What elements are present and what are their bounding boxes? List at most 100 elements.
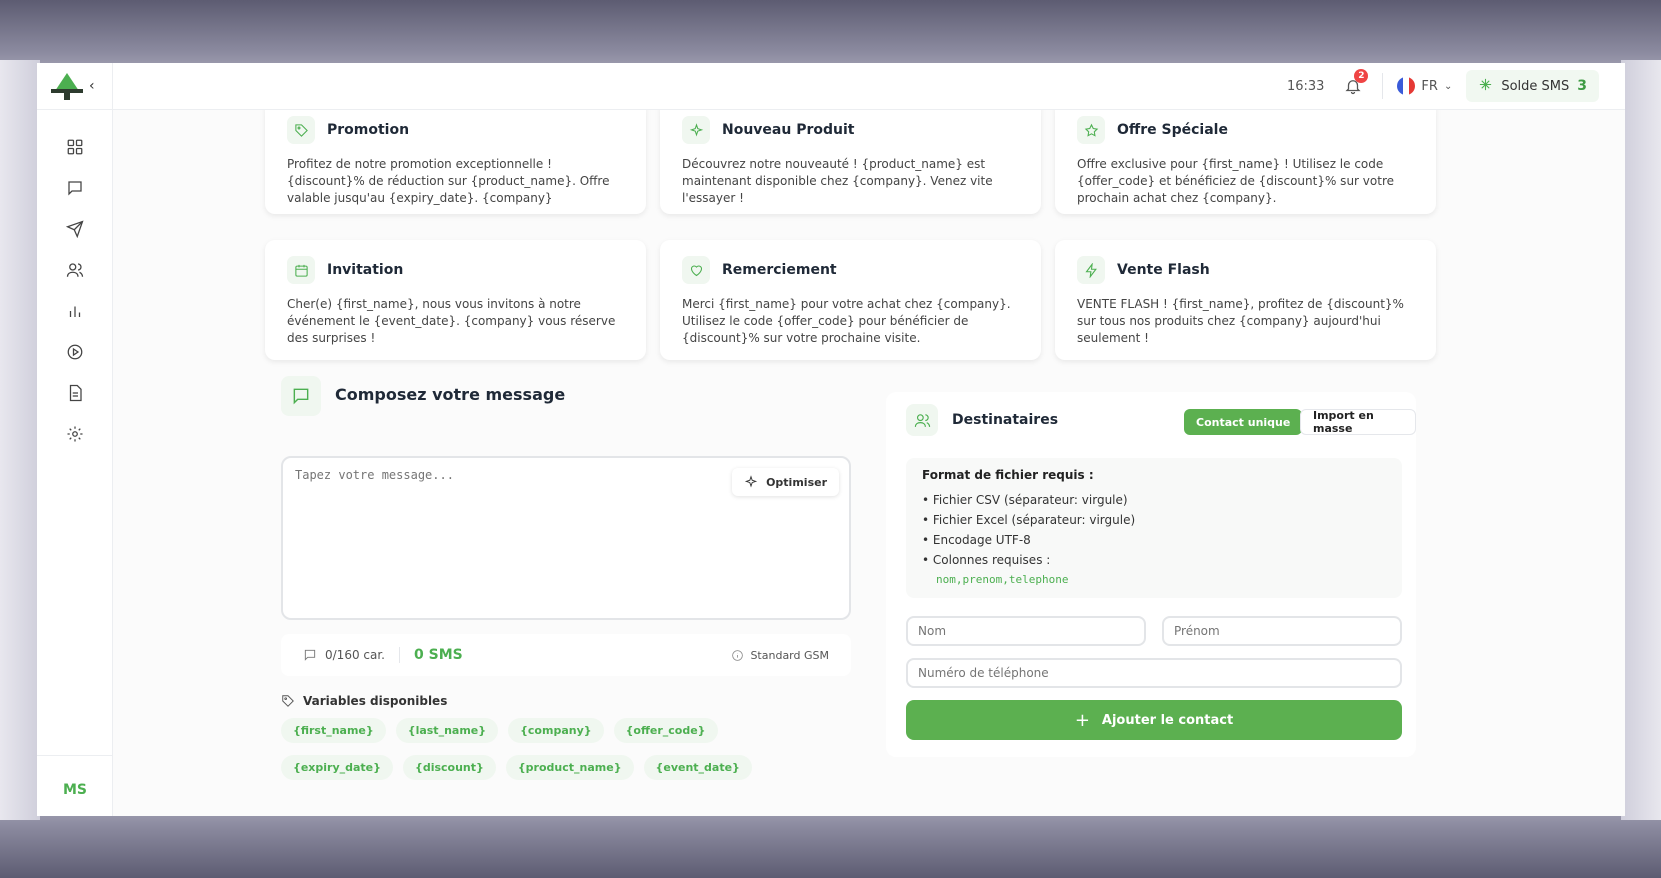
variable-chip[interactable]: {company} — [508, 718, 604, 743]
variable-chip[interactable]: {offer_code} — [613, 718, 718, 743]
sparkle-icon — [1478, 77, 1493, 96]
sidebar-item-documents[interactable] — [37, 372, 113, 413]
recipients-panel: Destinataires Contact unique Import en m… — [886, 392, 1416, 757]
message-box: Optimiser — [281, 456, 851, 620]
sidebar: ‹ MS — [37, 63, 113, 816]
template-title: Invitation — [327, 262, 404, 278]
encoding-label: Standard GSM — [750, 648, 829, 662]
users-icon — [66, 262, 84, 277]
template-card-flash-sale[interactable]: Vente Flash VENTE FLASH ! {first_name}, … — [1055, 240, 1436, 360]
sparkles-icon — [744, 475, 758, 488]
template-title: Remerciement — [722, 262, 837, 278]
first-name-field — [1162, 616, 1402, 646]
sms-balance-label: Solde SMS — [1501, 78, 1570, 94]
message-counter-bar: 0/160 car. 0 SMS Standard GSM — [281, 634, 851, 676]
user-avatar[interactable]: MS — [37, 782, 113, 798]
tab-single-contact[interactable]: Contact unique — [1184, 409, 1303, 435]
recipients-title: Destinataires — [952, 412, 1059, 428]
play-circle-icon — [67, 344, 83, 359]
file-format-info: Format de fichier requis : • Fichier CSV… — [906, 458, 1402, 598]
tag-icon — [282, 695, 294, 707]
lightning-icon — [1077, 256, 1105, 284]
app-window: ‹ MS 16:33 2 FR ⌄ Solde SMS 3 Promotion … — [37, 63, 1625, 816]
sidebar-item-statistics[interactable] — [37, 290, 113, 331]
sms-balance[interactable]: Solde SMS 3 — [1466, 70, 1599, 102]
star-icon — [1077, 116, 1105, 144]
variable-chip[interactable]: {event_date} — [643, 755, 752, 780]
dashboard-grid-icon — [67, 139, 83, 154]
template-card-thanks[interactable]: Remerciement Merci {first_name} pour vot… — [660, 240, 1041, 360]
phone-input[interactable] — [908, 660, 1400, 686]
sidebar-item-send[interactable] — [37, 208, 113, 249]
variables-label: Variables disponibles — [281, 694, 447, 708]
backdrop-right — [1621, 60, 1661, 820]
users-icon — [906, 404, 938, 436]
variable-chip[interactable]: {last_name} — [395, 718, 499, 743]
info-icon — [732, 649, 744, 661]
last-name-field — [906, 616, 1146, 646]
template-text: Découvrez notre nouveauté ! {product_nam… — [682, 157, 993, 205]
french-flag-icon — [1397, 77, 1416, 95]
add-contact-button[interactable]: + Ajouter le contact — [906, 700, 1402, 740]
template-title: Vente Flash — [1117, 262, 1210, 278]
settings-gear-icon — [67, 426, 83, 441]
logo-row: ‹ — [37, 63, 112, 110]
compose-message-icon — [281, 376, 321, 416]
template-card-invitation[interactable]: Invitation Cher(e) {first_name}, nous vo… — [265, 240, 646, 360]
encoding-info: Standard GSM — [731, 649, 829, 662]
variable-chip[interactable]: {expiry_date} — [281, 755, 393, 780]
notification-badge: 2 — [1354, 69, 1369, 83]
brand-logo[interactable] — [51, 71, 83, 101]
template-title: Promotion — [327, 122, 410, 138]
sidebar-item-contacts[interactable] — [37, 249, 113, 290]
top-bar: 16:33 2 FR ⌄ Solde SMS 3 — [113, 63, 1625, 110]
heart-icon — [682, 256, 710, 284]
phone-field — [906, 658, 1402, 688]
variable-chip[interactable]: {product_name} — [505, 755, 634, 780]
sidebar-nav — [37, 110, 112, 454]
language-selector[interactable]: FR ⌄ — [1397, 77, 1452, 95]
template-card-special-offer[interactable]: Offre Spéciale Offre exclusive pour {fir… — [1055, 110, 1436, 214]
optimize-label: Optimiser — [766, 475, 827, 489]
send-icon — [66, 219, 84, 238]
compose-title: Composez votre message — [335, 385, 566, 404]
template-text: VENTE FLASH ! {first_name}, profitez de … — [1077, 297, 1404, 345]
template-title: Offre Spéciale — [1117, 122, 1228, 138]
template-title: Nouveau Produit — [722, 122, 855, 138]
sms-balance-value: 3 — [1577, 78, 1587, 94]
plus-icon: + — [1074, 709, 1090, 731]
notifications-button[interactable]: 2 — [1338, 69, 1369, 101]
first-name-input[interactable] — [1164, 618, 1400, 644]
sparkles-icon — [682, 116, 710, 144]
format-title: Format de fichier requis : — [922, 468, 1094, 482]
sidebar-item-messages[interactable] — [37, 167, 113, 208]
optimize-button[interactable]: Optimiser — [732, 468, 839, 496]
backdrop-left — [0, 60, 40, 820]
bar-chart-icon — [69, 306, 81, 317]
tab-bulk-import[interactable]: Import en masse — [1300, 409, 1416, 435]
language-code: FR — [1421, 78, 1438, 94]
chat-icon — [68, 180, 82, 196]
template-text: Profitez de notre promotion exceptionnel… — [287, 157, 610, 205]
template-text: Cher(e) {first_name}, nous vous invitons… — [287, 297, 616, 345]
template-card-promotion[interactable]: Promotion Profitez de notre promotion ex… — [265, 110, 646, 214]
variable-chips: {first_name} {last_name} {company} {offe… — [281, 718, 781, 780]
last-name-input[interactable] — [908, 618, 1144, 644]
main-content: Promotion Profitez de notre promotion ex… — [113, 110, 1625, 816]
sidebar-item-media[interactable] — [37, 331, 113, 372]
chat-icon — [303, 648, 317, 663]
sidebar-item-settings[interactable] — [37, 413, 113, 454]
template-text: Merci {first_name} pour votre achat chez… — [682, 297, 1011, 345]
variable-chip[interactable]: {discount} — [402, 755, 496, 780]
sidebar-item-dashboard[interactable] — [37, 126, 113, 167]
chevron-down-icon: ⌄ — [1443, 80, 1453, 92]
document-icon — [69, 384, 82, 401]
tag-icon — [287, 116, 315, 144]
collapse-chevron-icon[interactable]: ‹ — [89, 78, 95, 94]
template-card-new-product[interactable]: Nouveau Produit Découvrez notre nouveaut… — [660, 110, 1041, 214]
clock: 16:33 — [1286, 78, 1325, 94]
calendar-icon — [287, 256, 315, 284]
variable-chip[interactable]: {first_name} — [281, 718, 386, 743]
template-text: Offre exclusive pour {first_name} ! Util… — [1077, 157, 1394, 205]
char-count: 0/160 car. — [325, 648, 385, 662]
